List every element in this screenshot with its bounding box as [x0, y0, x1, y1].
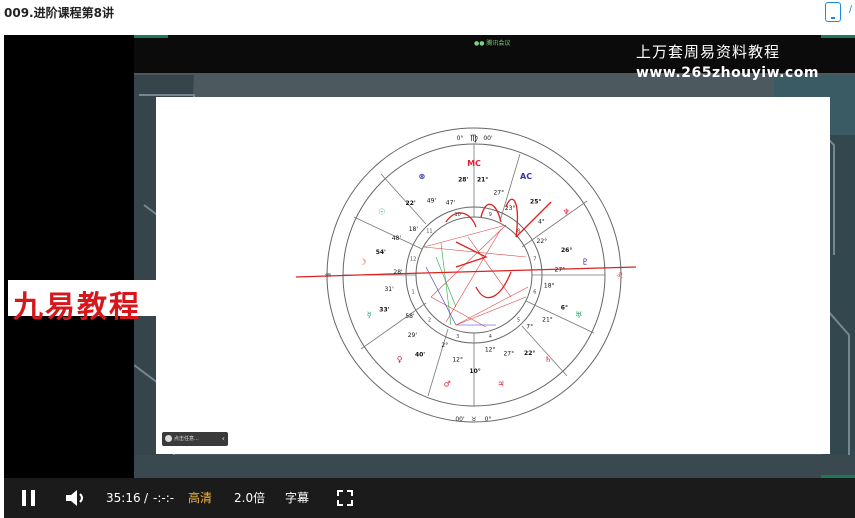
degree-label: 6°: [561, 304, 568, 311]
chart-bottom-label: 0°: [485, 416, 492, 423]
degree-label: 47': [446, 200, 456, 207]
degree-label: 48': [392, 235, 402, 242]
degree-label: 18': [409, 226, 419, 233]
planet-glyph: ☉: [378, 207, 385, 216]
degree-label: 22°: [537, 238, 548, 245]
app-root: 009.进阶课程第8讲 / ●● 腾讯会议 上万套周易资料教程 www.265z…: [0, 0, 855, 518]
planet-glyph: AC: [520, 172, 532, 181]
house-number: 2: [428, 318, 431, 324]
player-controls: 35:16 / -:-:- 高清 2.0倍 字幕: [4, 478, 855, 518]
degree-label: 25°: [530, 198, 541, 205]
slide-overlay-pill[interactable]: 点击任意... ‹: [162, 432, 228, 446]
degree-label: 12°: [485, 346, 496, 353]
degree-label: 22': [406, 200, 416, 207]
planet-glyph: MC: [467, 159, 481, 168]
degree-label: 28': [393, 269, 403, 276]
planet-glyph: ♄: [545, 355, 552, 364]
degree-label: 58': [405, 313, 415, 320]
chart-right-sign: ♌: [616, 271, 623, 280]
degree-label: 29': [408, 332, 418, 339]
planet-glyph: ☽: [359, 257, 366, 266]
chart-bottom-label: 00': [455, 416, 465, 423]
degree-label: 7°: [526, 324, 533, 331]
house-number: 4: [489, 334, 492, 340]
frame-corner: [134, 35, 168, 38]
astrology-chart: 0° ♍ 00'♒ ♌00' ♉ 0°123 456789101112MCAC♆♇♅♄♃♂♀…: [295, 127, 637, 423]
planet-glyph: ⊗: [419, 172, 426, 181]
house-number: 1: [412, 289, 415, 295]
edge-icon[interactable]: /: [849, 4, 852, 16]
house-number: 3: [456, 334, 459, 340]
subtitle-button[interactable]: 字幕: [285, 478, 309, 518]
degree-label: 21°: [477, 176, 488, 183]
time-total: -:-:-: [153, 491, 175, 505]
degree-label: 2°: [441, 342, 448, 349]
time-separator: /: [144, 491, 149, 505]
logo-overlay: 九易教程: [8, 280, 162, 325]
house-number: 8: [517, 228, 520, 234]
chart-bottom-label: ♉: [471, 416, 476, 423]
frame-corner: [821, 35, 855, 38]
degree-label: 18°: [544, 283, 555, 290]
house-number: 11: [426, 228, 432, 234]
degree-label: 23°: [505, 205, 516, 212]
fullscreen-icon[interactable]: [337, 490, 353, 506]
quality-button[interactable]: 高清: [188, 478, 212, 518]
video-frame: ●● 腾讯会议 上万套周易资料教程 www.265zhouyiw.com 0° …: [134, 35, 855, 478]
degree-label: 27°: [493, 190, 504, 197]
page-title: 009.进阶课程第8讲: [4, 6, 114, 20]
speed-button[interactable]: 2.0倍: [234, 478, 265, 518]
chart-top-sign: ♍: [470, 134, 478, 144]
house-number: 7: [533, 257, 536, 263]
degree-label: 28': [458, 177, 468, 184]
chart-top-label: 00': [483, 135, 493, 142]
planet-glyph: ♀: [397, 355, 403, 364]
degree-label: 4°: [538, 219, 545, 226]
planet-glyph: ♅: [575, 311, 582, 320]
planet-glyph: ♆: [563, 207, 570, 216]
degree-label: 31': [384, 286, 394, 293]
degree-label: 49': [427, 197, 437, 204]
chart-left-sign: ♒: [324, 271, 331, 280]
presentation-slide: 0° ♍ 00' ♒ ♌ 00' ♉ 0° 1 2 3 4 5 6 7 8 9 10 11 12 MC AC ♆ ♇ ♅ ♄ ♃ ♂ ♀…: [156, 97, 830, 454]
pause-button[interactable]: [22, 490, 36, 506]
watermark-url: www.265zhouyiw.com: [636, 65, 819, 81]
planet-glyph: ♃: [497, 380, 504, 389]
chart-top-label: 0°: [457, 135, 464, 142]
degree-label: 10°: [469, 368, 480, 375]
house-number: 6: [533, 289, 536, 295]
degree-label: 12°: [452, 356, 463, 363]
slide-pill-label: 点击任意...: [174, 436, 199, 442]
degree-label: 27°: [555, 267, 566, 274]
house-number: 9: [489, 212, 492, 218]
logo-text: 九易教程: [13, 290, 141, 325]
house-number: 12: [410, 257, 416, 263]
degree-label: 21°: [542, 317, 553, 324]
house-number: 10: [455, 212, 461, 218]
chevron-left-icon[interactable]: ‹: [222, 432, 225, 446]
watermark-title: 上万套周易资料教程: [636, 43, 781, 61]
video-player[interactable]: ●● 腾讯会议 上万套周易资料教程 www.265zhouyiw.com 0° …: [4, 35, 855, 478]
degree-label: 22°: [524, 350, 535, 357]
planet-glyph: ♇: [582, 257, 589, 266]
house-number: 5: [517, 318, 520, 324]
meeting-mark: ●● 腾讯会议: [474, 40, 511, 47]
planet-glyph: ☿: [367, 311, 372, 320]
degree-label: 40': [415, 351, 425, 358]
degree-label: 54': [376, 249, 386, 256]
person-icon: [165, 435, 172, 442]
degree-label: 26°: [561, 247, 572, 254]
time-current: 35:16: [106, 491, 141, 505]
pause-icon: [31, 490, 35, 506]
planet-glyph: ♂: [444, 380, 451, 389]
degree-label: 27°: [503, 351, 514, 358]
pause-icon: [22, 490, 26, 506]
mobile-view-icon[interactable]: [825, 2, 841, 22]
degree-label: 33': [379, 306, 389, 313]
volume-icon[interactable]: [66, 489, 86, 507]
